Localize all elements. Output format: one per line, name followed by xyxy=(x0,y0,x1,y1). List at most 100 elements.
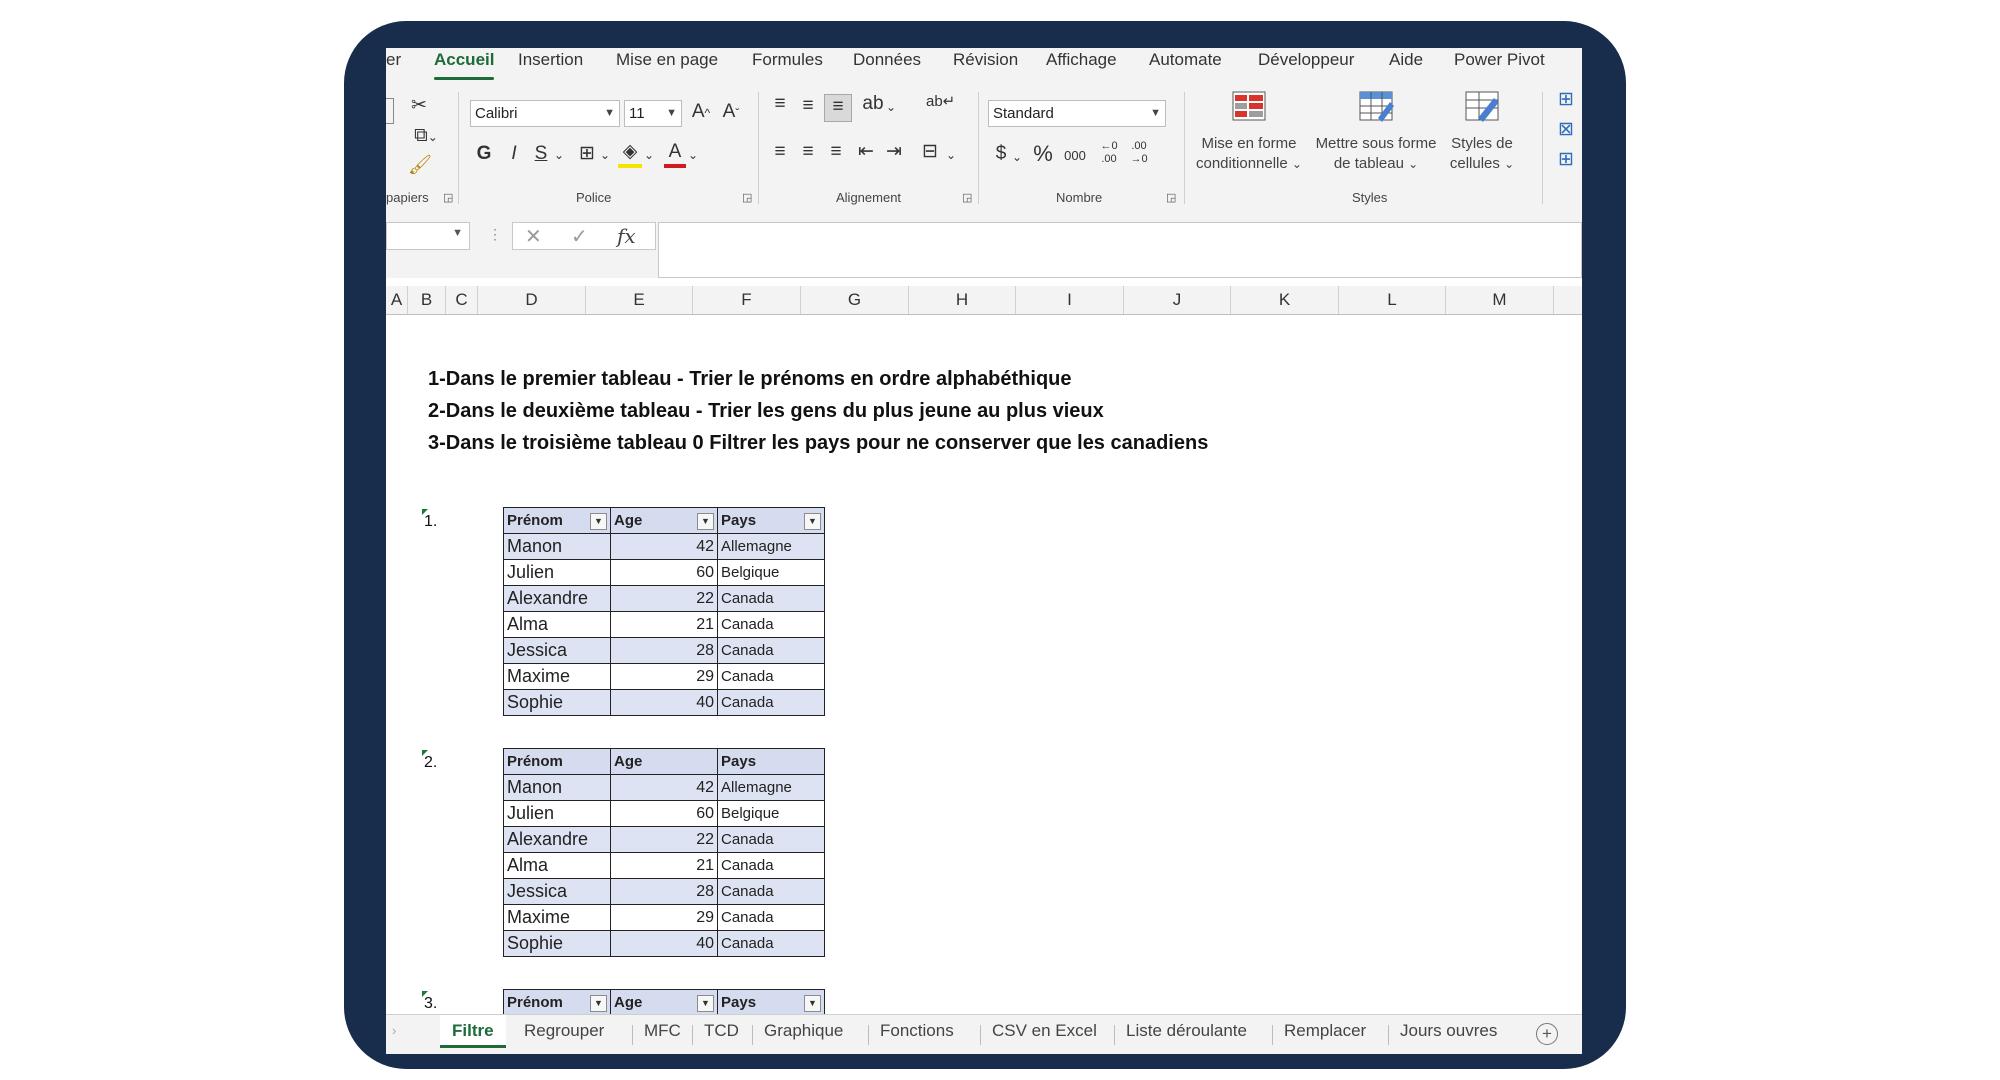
cell-pays[interactable]: Canada xyxy=(717,826,825,853)
instruction-line-3[interactable]: 3-Dans le troisième tableau 0 Filtrer le… xyxy=(428,432,1208,455)
instruction-line-1[interactable]: 1-Dans le premier tableau - Trier le pré… xyxy=(428,368,1072,391)
table-number-2[interactable]: 2. xyxy=(421,750,437,772)
cell-pays[interactable]: Allemagne xyxy=(717,774,825,801)
italic-button[interactable]: I xyxy=(504,142,524,166)
format-painter-icon[interactable]: 🖌 xyxy=(408,154,432,178)
cell-prenom[interactable]: Sophie xyxy=(503,689,611,716)
cell-pays[interactable]: Canada xyxy=(717,930,825,957)
align-bottom-icon[interactable]: ≡ xyxy=(824,94,852,122)
cell-prenom[interactable]: Jessica xyxy=(503,878,611,905)
copy-icon[interactable]: ⧉⌄ xyxy=(406,124,446,149)
cell-prenom[interactable]: Julien xyxy=(503,559,611,586)
paste-icon[interactable] xyxy=(386,98,394,124)
column-header-f[interactable]: F xyxy=(693,286,801,314)
cell-pays[interactable]: Canada xyxy=(717,585,825,612)
increase-decimal-button[interactable]: ←0.00 xyxy=(1096,140,1122,166)
alignment-launcher-icon[interactable]: ◲ xyxy=(962,191,972,204)
merge-center-icon[interactable]: ⊟ xyxy=(918,140,942,164)
number-format-combo[interactable]: Standard ▼ xyxy=(988,100,1166,127)
underline-button[interactable]: S xyxy=(530,142,552,166)
grow-font-icon[interactable]: A^ xyxy=(690,100,712,125)
cell-pays[interactable]: Canada xyxy=(717,878,825,905)
cell-pays[interactable]: Canada xyxy=(717,663,825,690)
font-color-icon[interactable]: A xyxy=(664,140,686,168)
filter-dropdown-icon[interactable]: ▼ xyxy=(804,513,821,530)
chevron-down-icon[interactable]: ⌄ xyxy=(552,142,566,167)
name-box[interactable]: ▼ xyxy=(386,222,470,250)
tab-mise-en-page[interactable]: Mise en page xyxy=(616,50,718,70)
font-name-combo[interactable]: Calibri ▼ xyxy=(470,100,620,127)
cell-prenom[interactable]: Alexandre xyxy=(503,826,611,853)
cell-pays[interactable]: Canada xyxy=(717,904,825,931)
header-cell-prenom[interactable]: Prénom xyxy=(503,748,611,775)
tab-affichage[interactable]: Affichage xyxy=(1046,50,1117,70)
formula-input[interactable] xyxy=(658,222,1582,278)
table-number-3[interactable]: 3. xyxy=(421,991,437,1013)
cell-prenom[interactable]: Manon xyxy=(503,774,611,801)
cell-pays[interactable]: Belgique xyxy=(717,800,825,827)
clipboard-launcher-icon[interactable]: ◲ xyxy=(443,191,453,204)
decrease-decimal-button[interactable]: .00 →0 xyxy=(1126,140,1152,166)
cell-age[interactable]: 40 xyxy=(610,930,718,957)
align-top-icon[interactable]: ≡ xyxy=(768,92,792,116)
add-sheet-button[interactable]: + xyxy=(1536,1023,1558,1045)
confirm-icon[interactable]: ✓ xyxy=(571,224,588,249)
chevron-down-icon[interactable]: ⌄ xyxy=(1010,144,1024,169)
increase-indent-icon[interactable]: ⇥ xyxy=(882,140,906,164)
sheet-tab-jours-ouvres[interactable]: Jours ouvres xyxy=(1400,1021,1497,1041)
column-header-g[interactable]: G xyxy=(801,286,909,314)
cell-prenom[interactable]: Maxime xyxy=(503,904,611,931)
column-header-i[interactable]: I xyxy=(1016,286,1124,314)
cell-age[interactable]: 40 xyxy=(610,689,718,716)
wrap-text-icon[interactable]: ab↵ xyxy=(926,90,955,114)
cell-age[interactable]: 60 xyxy=(610,559,718,586)
table-number-1[interactable]: 1. xyxy=(421,509,437,531)
tab-insertion[interactable]: Insertion xyxy=(518,50,583,70)
header-cell-age[interactable]: Age xyxy=(610,748,718,775)
align-right-icon[interactable]: ≡ xyxy=(824,140,848,164)
cell-age[interactable]: 21 xyxy=(610,852,718,879)
cell-styles-button[interactable]: Styles de cellules ⌄ xyxy=(1442,90,1522,174)
align-center-icon[interactable]: ≡ xyxy=(796,140,820,164)
currency-button[interactable]: $ xyxy=(990,142,1012,166)
decrease-indent-icon[interactable]: ⇤ xyxy=(854,140,878,164)
insert-function-icon[interactable]: fx xyxy=(617,224,636,248)
column-header-b[interactable]: B xyxy=(408,286,446,314)
cell-prenom[interactable]: Alexandre xyxy=(503,585,611,612)
percent-button[interactable]: % xyxy=(1030,142,1056,166)
font-size-combo[interactable]: 11 ▼ xyxy=(624,100,682,127)
column-header-k[interactable]: K xyxy=(1231,286,1339,314)
chevron-down-icon[interactable]: ⌄ xyxy=(884,94,898,119)
cell-pays[interactable]: Canada xyxy=(717,611,825,638)
cell-pays[interactable]: Canada xyxy=(717,637,825,664)
number-launcher-icon[interactable]: ◲ xyxy=(1166,191,1176,204)
header-cell-pays[interactable]: Pays xyxy=(717,748,825,775)
tab-formules[interactable]: Formules xyxy=(752,50,823,70)
filter-dropdown-icon[interactable]: ▼ xyxy=(804,995,821,1012)
font-launcher-icon[interactable]: ◲ xyxy=(742,191,752,204)
cell-prenom[interactable]: Alma xyxy=(503,611,611,638)
chevron-down-icon[interactable]: ⌄ xyxy=(686,142,700,167)
bold-button[interactable]: G xyxy=(474,142,494,166)
tab-fichier[interactable]: er xyxy=(386,50,401,70)
sheet-tab-filtre[interactable]: Filtre xyxy=(440,1015,506,1048)
cell-pays[interactable]: Canada xyxy=(717,689,825,716)
header-cell-prenom[interactable]: Prénom ▼ xyxy=(503,507,611,534)
sheet-tab-graphique[interactable]: Graphique xyxy=(764,1021,843,1041)
cell-prenom[interactable]: Maxime xyxy=(503,663,611,690)
filter-dropdown-icon[interactable]: ▼ xyxy=(590,995,607,1012)
tab-accueil[interactable]: Accueil xyxy=(434,50,495,80)
cell-age[interactable]: 22 xyxy=(610,585,718,612)
instruction-line-2[interactable]: 2-Dans le deuxième tableau - Trier les g… xyxy=(428,400,1104,423)
thousands-button[interactable]: 000 xyxy=(1060,144,1090,168)
more-icon[interactable]: ⋮ xyxy=(488,226,502,243)
chevron-down-icon[interactable]: ⌄ xyxy=(598,142,612,167)
cell-age[interactable]: 60 xyxy=(610,800,718,827)
orientation-icon[interactable]: ab xyxy=(860,92,886,116)
borders-icon[interactable]: ⊞ xyxy=(574,142,600,166)
tab-automate[interactable]: Automate xyxy=(1149,50,1222,70)
header-cell-pays[interactable]: Pays ▼ xyxy=(717,507,825,534)
sheet-tab-regrouper[interactable]: Regrouper xyxy=(524,1021,604,1041)
cell-pays[interactable]: Allemagne xyxy=(717,533,825,560)
column-header-j[interactable]: J xyxy=(1124,286,1231,314)
